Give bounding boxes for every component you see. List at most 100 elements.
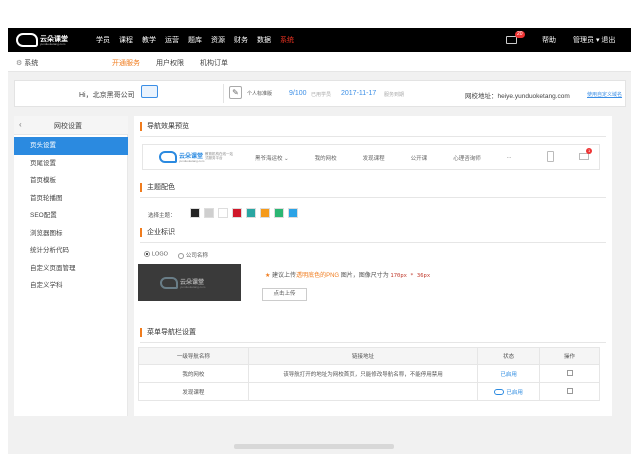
message-button[interactable]: 20	[506, 31, 525, 45]
edit-icon[interactable]	[566, 369, 573, 376]
divider	[223, 84, 224, 103]
sidebar-item-home-template[interactable]: 首页模板	[14, 172, 128, 190]
color-swatch-blue[interactable]	[288, 208, 298, 218]
sidebar-item-custom-subjects[interactable]: 自定义学科	[14, 277, 128, 295]
logo-sub: yunduoketang.com	[40, 42, 66, 46]
preview-nav-item: 公开课	[410, 156, 428, 162]
greeting: Hi，北京黑哥公司	[79, 92, 135, 99]
tip-png: 透明底色的PNG	[296, 273, 340, 279]
row-name: 我的网校	[138, 364, 249, 383]
sidebar-item-analytics[interactable]: 统计分析代码	[14, 242, 128, 260]
student-count-label: 已用学员	[311, 92, 332, 98]
upload-button[interactable]: 点击上传	[262, 288, 307, 301]
expiry-date: 2017-11-17	[341, 90, 377, 97]
row-action	[539, 364, 600, 383]
settings-sidebar: ‹ 网校设置 页头设置 页尾设置 首页模板 首页轮播图 SEO配置 浏览器图标 …	[14, 116, 128, 416]
nav-item-teaching[interactable]: 教学	[142, 35, 156, 45]
help-link[interactable]: 帮助	[542, 35, 556, 45]
nav-item-system[interactable]: 系统	[280, 35, 294, 45]
section-title-theme: 主题配色	[140, 183, 175, 192]
sidebar-item-carousel[interactable]: 首页轮播图	[14, 190, 128, 208]
sidebar-item-seo[interactable]: SEO配置	[14, 207, 128, 225]
nav-preview: 云朵课堂 yunduoketang.com 教育机构在线一站式服务平台 黑爷海运…	[142, 144, 600, 170]
color-swatch-grey[interactable]	[204, 208, 214, 218]
divider	[140, 342, 606, 343]
nav-item-students[interactable]: 学员	[96, 35, 110, 45]
admin-menu[interactable]: 管理员 ▾ 退出	[573, 35, 615, 45]
preview-logo-desc: 教育机构在线一站式服务平台	[205, 152, 233, 160]
app-logo[interactable]: 云朵课堂 yunduoketang.com	[16, 32, 78, 48]
preview-nav-more: ...	[506, 154, 512, 160]
edit-icon[interactable]	[566, 387, 573, 394]
color-swatch-teal[interactable]	[246, 208, 256, 218]
nav-item-resources[interactable]: 资源	[211, 35, 225, 45]
preview-logo-sub: yunduoketang.com	[179, 159, 205, 163]
sidebar-item-header[interactable]: 页头设置	[14, 137, 128, 155]
mail-icon: 1	[579, 148, 593, 160]
cloud-logo-icon	[159, 151, 177, 163]
top-navbar: 云朵课堂 yunduoketang.com 学员 课程 教学 运营 题库 资源 …	[8, 28, 631, 52]
mail-badge: 1	[586, 148, 593, 154]
row-name: 发现课程	[138, 382, 249, 401]
id-card-icon[interactable]	[141, 85, 158, 98]
color-swatch-red[interactable]	[232, 208, 242, 218]
table-header-row: 一级导航名称 链接地址 状态 操作	[138, 347, 600, 365]
preview-nav-item: 发现课程	[362, 156, 385, 162]
tip-mid: 图片，图像尺寸为	[339, 273, 391, 279]
student-count: 9/100	[289, 90, 307, 97]
color-swatch-black[interactable]	[190, 208, 200, 218]
preview-nav-item: 心理咨询师	[453, 156, 481, 162]
section-title-menu: 菜单导航栏设置	[140, 328, 196, 337]
top-nav: 学员 课程 教学 运营 题库 资源 财务 数据 系统	[96, 35, 294, 45]
divider	[140, 197, 606, 198]
nav-item-finance[interactable]: 财务	[234, 35, 248, 45]
section-title-brand: 企业标识	[140, 228, 175, 237]
expiry-label: 服务到期	[384, 92, 405, 98]
section-title-preview: 导航效果预览	[140, 122, 189, 131]
col-action: 操作	[539, 347, 600, 365]
sidebar-menu: 页头设置 页尾设置 首页模板 首页轮播图 SEO配置 浏览器图标 统计分析代码 …	[14, 137, 128, 295]
toggle-switch[interactable]	[494, 389, 505, 396]
tip-pre: 建议上传	[270, 273, 297, 279]
preview-logo: 云朵课堂 yunduoketang.com 教育机构在线一站式服务平台	[159, 150, 233, 166]
brand-type-radios: LOGO 公司名称	[144, 251, 208, 259]
sidebar-item-favicon[interactable]: 浏览器图标	[14, 225, 128, 243]
divider	[140, 136, 606, 137]
edit-check-icon: ✎	[229, 86, 242, 99]
version-label: 个人标准版	[247, 91, 273, 97]
color-swatch-green[interactable]	[274, 208, 284, 218]
divider	[140, 242, 606, 243]
phone-icon	[547, 151, 554, 162]
message-badge: 20	[515, 31, 525, 38]
upload-tip: ★ 建议上传透明底色的PNG 图片，图像尺寸为 170px * 36px	[265, 270, 430, 279]
sub-header: ⚙ 系统 开通服务 用户权限 机构订单	[8, 52, 631, 74]
system-text: 系统	[24, 60, 39, 67]
horizontal-scrollbar[interactable]	[234, 444, 394, 449]
nav-item-data[interactable]: 数据	[257, 35, 271, 45]
tip-size: 170px * 36px	[390, 273, 431, 279]
sidebar-item-footer[interactable]: 页尾设置	[14, 155, 128, 173]
radio-logo-label: LOGO	[152, 251, 168, 258]
custom-domain-link[interactable]: 使用自定义域名	[587, 91, 622, 98]
row-action	[539, 382, 600, 401]
nav-item-courses[interactable]: 课程	[119, 35, 133, 45]
color-swatch-white[interactable]	[218, 208, 228, 218]
system-label: ⚙ 系统	[16, 58, 38, 68]
col-name: 一级导航名称	[138, 347, 249, 365]
sidebar-item-custom-pages[interactable]: 自定义页面管理	[14, 260, 128, 278]
account-info-bar: Hi，北京黑哥公司 ✎ 个人标准版 9/100 已用学员 2017-11-17 …	[14, 80, 626, 107]
theme-swatches	[190, 208, 298, 218]
back-chevron-icon[interactable]: ‹	[19, 120, 22, 129]
row-link: 该导航打开的地址为网校首页，只能修改导航名称，不能停用禁用	[247, 364, 479, 383]
sidebar-header: ‹ 网校设置	[14, 116, 128, 135]
radio-unchecked-icon	[177, 252, 184, 259]
nav-item-question-bank[interactable]: 题库	[188, 35, 202, 45]
radio-logo[interactable]: LOGO	[144, 251, 168, 259]
preview-nav-item: 我的网校	[314, 156, 337, 162]
theme-label: 选择主题：	[148, 213, 176, 219]
preview-nav-item: 黑爷海运校 ⌄	[255, 156, 289, 162]
color-swatch-orange[interactable]	[260, 208, 270, 218]
radio-company[interactable]: 公司名称	[177, 251, 208, 259]
nav-item-operations[interactable]: 运营	[165, 35, 179, 45]
cloud-logo-icon	[16, 33, 38, 47]
